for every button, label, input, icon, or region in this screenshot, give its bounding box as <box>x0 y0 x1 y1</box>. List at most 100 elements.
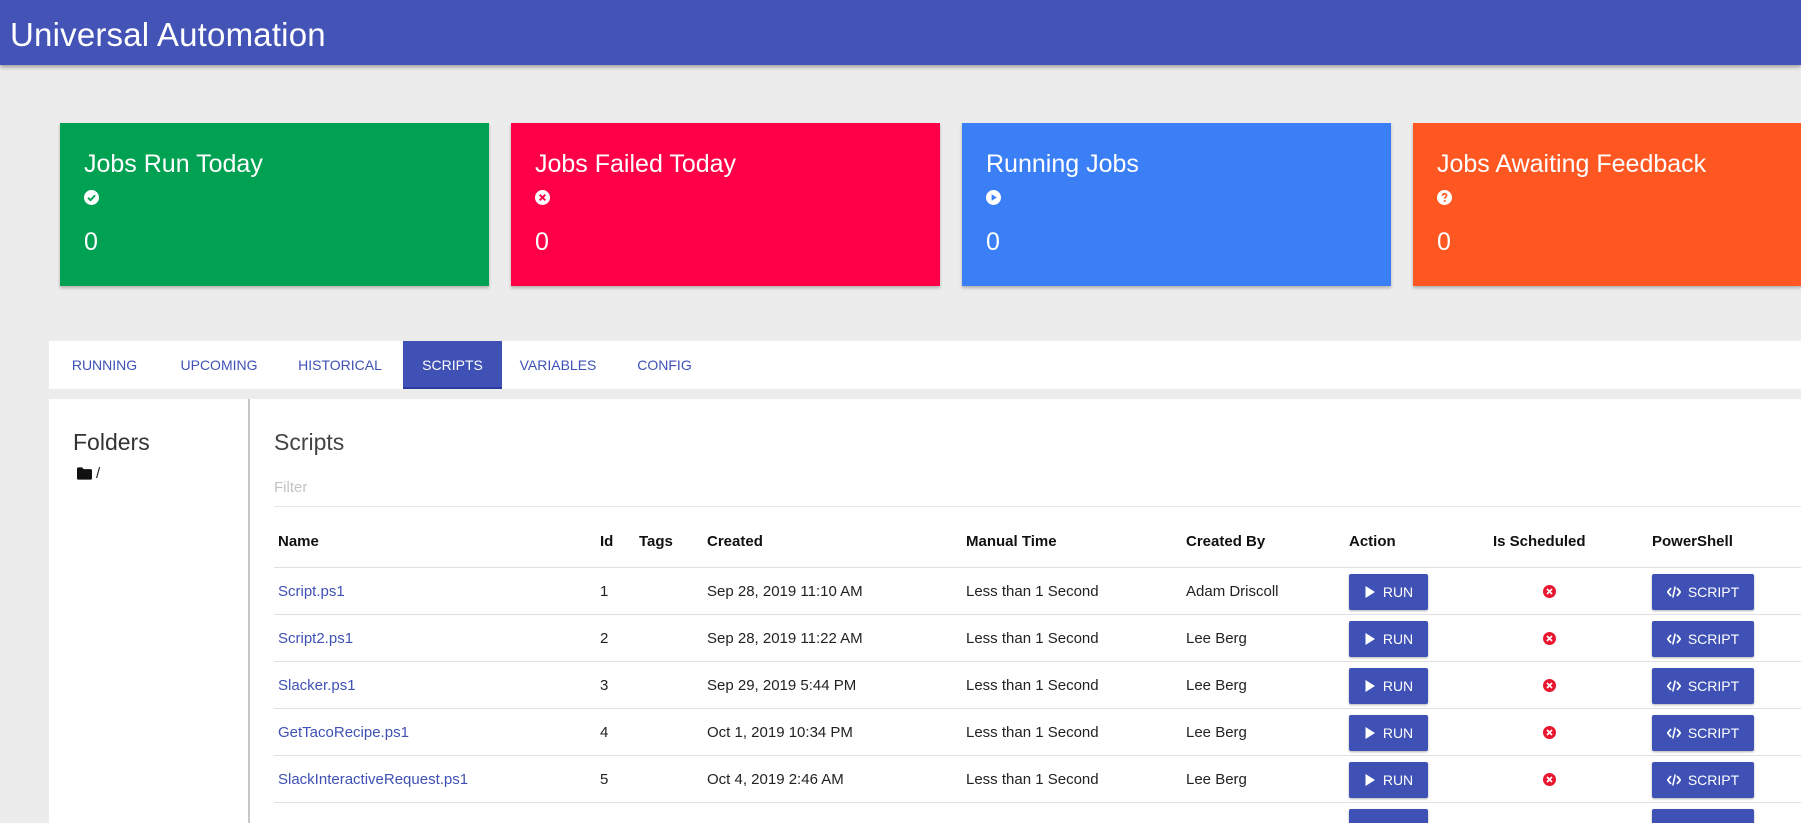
play-circle-icon <box>986 190 1001 205</box>
run-button[interactable]: RUN <box>1349 715 1428 751</box>
folders-heading: Folders <box>73 429 150 455</box>
card-jobs-failed-today: Jobs Failed Today 0 <box>511 123 940 286</box>
view-script-button[interactable]: SCRIPT <box>1652 762 1754 798</box>
card-jobs-run-today: Jobs Run Today 0 <box>60 123 489 286</box>
card-title: Jobs Awaiting Feedback <box>1437 150 1707 178</box>
script-name-link[interactable]: GetTacoRecipe.ps1 <box>278 724 409 741</box>
script-id: 3 <box>600 677 609 694</box>
play-icon <box>1365 633 1375 645</box>
run-button-label: RUN <box>1382 631 1414 647</box>
column-header-created-by[interactable]: Created By <box>1186 533 1265 550</box>
column-header-name[interactable]: Name <box>278 533 319 550</box>
play-icon <box>1365 727 1375 739</box>
not-scheduled-icon <box>1543 679 1556 692</box>
card-jobs-awaiting-feedback: Jobs Awaiting Feedback 0 <box>1413 123 1801 286</box>
card-value: 0 <box>986 228 1000 256</box>
column-header-action[interactable]: Action <box>1349 533 1396 550</box>
view-script-button[interactable]: SCRIPT <box>1652 668 1754 704</box>
tab-historical[interactable]: HISTORICAL <box>278 341 402 389</box>
column-header-created[interactable]: Created <box>707 533 763 550</box>
column-header-manual-time[interactable]: Manual Time <box>966 533 1057 550</box>
table-row: Script.ps1 1 Sep 28, 2019 11:10 AM Less … <box>274 568 1801 615</box>
script-created-by: Lee Berg <box>1186 677 1247 694</box>
card-value: 0 <box>84 228 98 256</box>
card-title: Jobs Failed Today <box>535 150 737 178</box>
tab-bar: RUNNING UPCOMING HISTORICAL SCRIPTS VARI… <box>49 341 1801 389</box>
view-script-button[interactable]: SCRIPT <box>1652 621 1754 657</box>
table-row: GetTacoRecipe.ps1 4 Oct 1, 2019 10:34 PM… <box>274 709 1801 756</box>
play-icon <box>1365 586 1375 598</box>
app-bar: Universal Automation <box>0 0 1801 65</box>
table-row: Slacker.ps1 3 Sep 29, 2019 5:44 PM Less … <box>274 662 1801 709</box>
tab-running[interactable]: RUNNING <box>49 341 160 389</box>
column-header-is-scheduled[interactable]: Is Scheduled <box>1493 533 1586 550</box>
script-manual-time: Less than 1 Second <box>966 677 1099 694</box>
view-script-button-label: SCRIPT <box>1687 725 1740 741</box>
view-script-button[interactable] <box>1652 809 1754 823</box>
script-manual-time: Less than 1 Second <box>966 630 1099 647</box>
code-icon <box>1666 774 1681 786</box>
run-button-label: RUN <box>1382 678 1414 694</box>
run-button[interactable]: RUN <box>1349 762 1428 798</box>
folder-item-label: / <box>96 465 101 482</box>
script-manual-time: Less than 1 Second <box>966 583 1099 600</box>
filter-input[interactable] <box>274 469 1801 507</box>
view-script-button[interactable]: SCRIPT <box>1652 715 1754 751</box>
table-row: Script2.ps1 2 Sep 28, 2019 11:22 AM Less… <box>274 615 1801 662</box>
column-header-id[interactable]: Id <box>600 533 613 550</box>
run-button[interactable]: RUN <box>1349 574 1428 610</box>
run-button[interactable]: RUN <box>1349 621 1428 657</box>
script-name-link[interactable]: Slacker.ps1 <box>278 677 356 694</box>
tab-variables[interactable]: VARIABLES <box>502 341 614 389</box>
script-id: 2 <box>600 630 609 647</box>
column-header-tags[interactable]: Tags <box>639 533 673 550</box>
script-created: Sep 29, 2019 5:44 PM <box>707 677 857 694</box>
script-created-by: Lee Berg <box>1186 630 1247 647</box>
code-icon <box>1666 586 1681 598</box>
code-icon <box>1666 727 1681 739</box>
not-scheduled-icon <box>1543 726 1556 739</box>
card-running-jobs: Running Jobs 0 <box>962 123 1391 286</box>
view-script-button[interactable]: SCRIPT <box>1652 574 1754 610</box>
view-script-button-label: SCRIPT <box>1687 631 1740 647</box>
view-script-button-label: SCRIPT <box>1687 772 1740 788</box>
tab-upcoming[interactable]: UPCOMING <box>160 341 278 389</box>
script-name-link[interactable]: Script2.ps1 <box>278 630 353 647</box>
scripts-heading: Scripts <box>274 429 345 455</box>
run-button[interactable] <box>1349 809 1428 823</box>
folder-item-root[interactable]: / <box>77 465 100 482</box>
run-button-label: RUN <box>1382 725 1414 741</box>
question-circle-icon <box>1437 190 1452 205</box>
scripts-panel: Folders / Scripts Name Id Tags Created M… <box>49 399 1801 823</box>
check-circle-icon <box>84 190 99 205</box>
run-button[interactable]: RUN <box>1349 668 1428 704</box>
script-id: 5 <box>600 771 609 788</box>
run-button-label: RUN <box>1382 584 1414 600</box>
script-created: Sep 28, 2019 11:10 AM <box>707 583 863 600</box>
code-icon <box>1666 680 1681 692</box>
view-script-button-label: SCRIPT <box>1687 678 1740 694</box>
card-title: Running Jobs <box>986 150 1139 178</box>
card-title: Jobs Run Today <box>84 150 263 178</box>
script-id: 4 <box>600 724 609 741</box>
script-created-by: Lee Berg <box>1186 724 1247 741</box>
script-created: Sep 28, 2019 11:22 AM <box>707 630 863 647</box>
folders-sidebar: Folders / <box>49 399 250 823</box>
card-value: 0 <box>1437 228 1451 256</box>
table-row <box>274 803 1801 823</box>
view-script-button-label: SCRIPT <box>1687 584 1740 600</box>
script-created: Oct 4, 2019 2:46 AM <box>707 771 844 788</box>
column-header-powershell[interactable]: PowerShell <box>1652 533 1733 550</box>
folder-icon <box>77 467 92 480</box>
script-created: Oct 1, 2019 10:34 PM <box>707 724 853 741</box>
x-circle-icon <box>535 190 550 205</box>
run-button-label: RUN <box>1382 772 1414 788</box>
tab-config[interactable]: CONFIG <box>614 341 715 389</box>
tab-scripts[interactable]: SCRIPTS <box>403 341 502 389</box>
script-created-by: Lee Berg <box>1186 771 1247 788</box>
script-name-link[interactable]: Script.ps1 <box>278 583 345 600</box>
not-scheduled-icon <box>1543 773 1556 786</box>
not-scheduled-icon <box>1543 585 1556 598</box>
card-value: 0 <box>535 228 549 256</box>
script-name-link[interactable]: SlackInteractiveRequest.ps1 <box>278 771 468 788</box>
